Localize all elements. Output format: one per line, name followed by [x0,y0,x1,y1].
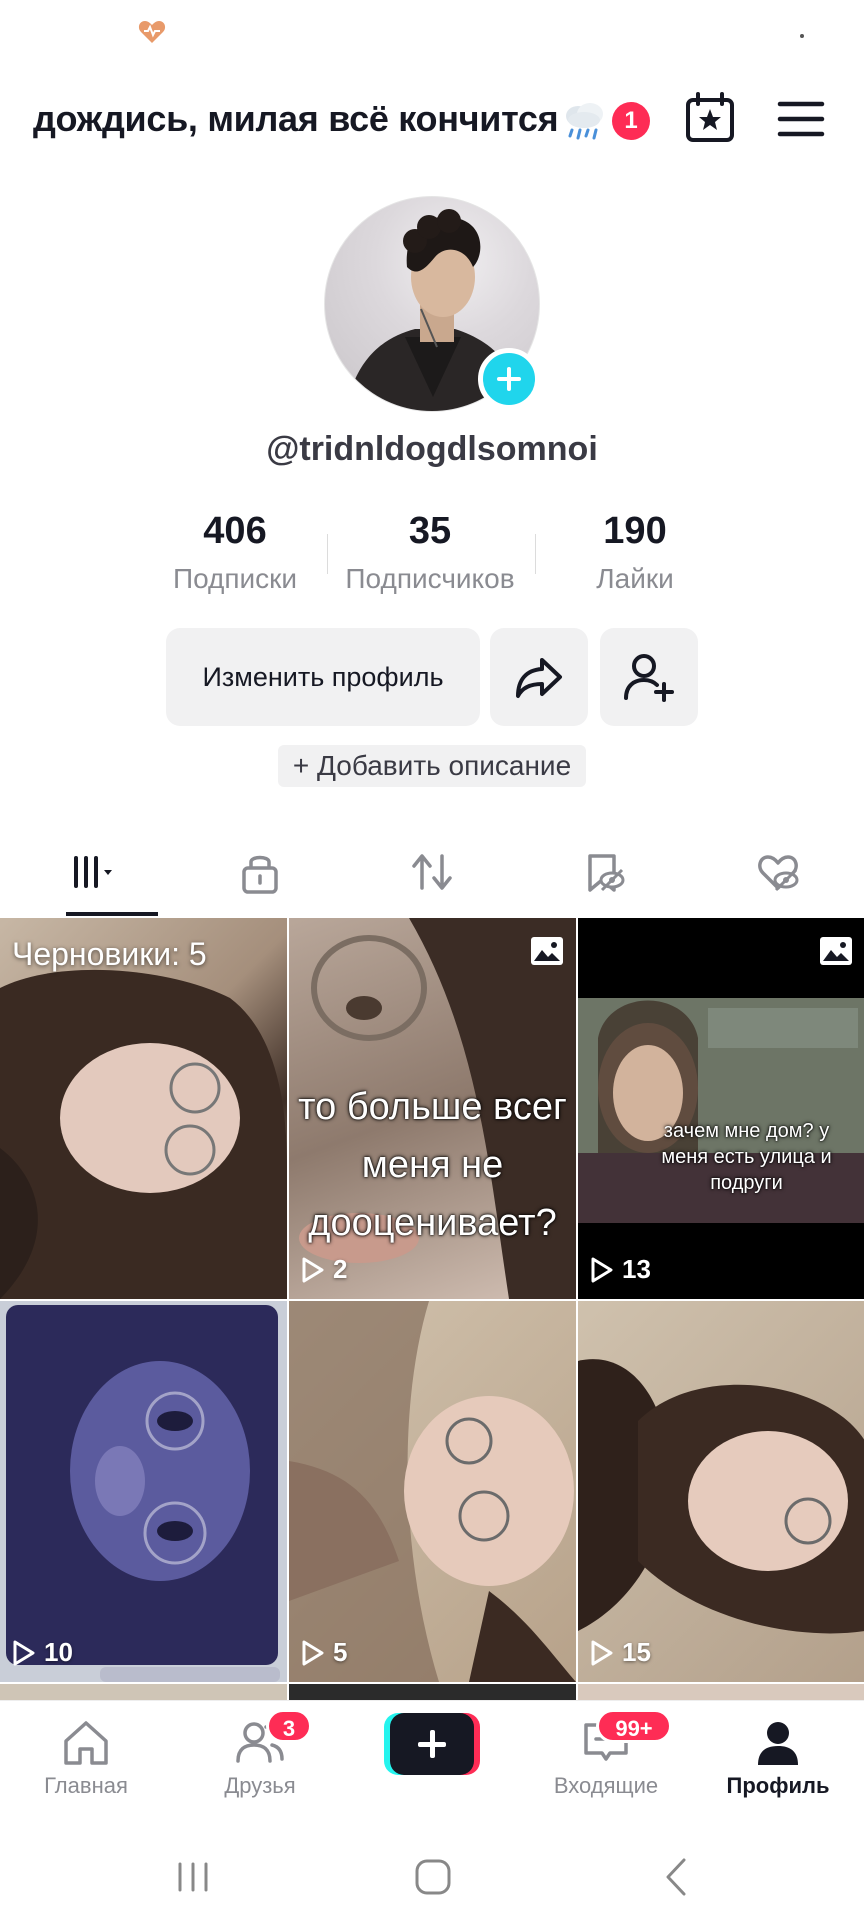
grid-dropdown-icon [74,856,112,888]
nav-profile[interactable]: Профиль [708,1715,848,1799]
followers-count: 35 [408,510,452,552]
create-button[interactable] [384,1713,480,1775]
health-heart-icon [138,21,166,43]
drafts-tile[interactable]: Черновики: 5 [0,918,287,1299]
friends-badge: 3 [266,1709,312,1743]
video-tile[interactable] [578,1684,864,1700]
add-description-button[interactable]: + Добавить описание [278,745,586,787]
caption-line: меня есть улица и [661,1146,832,1168]
photo-post-icon [531,937,563,965]
heart-hidden-icon [758,855,799,892]
play-icon [302,1257,324,1282]
username: @tridnldogdlsomnoi [266,430,598,468]
caption-line: зачем мне дом? у [663,1120,830,1142]
video-tile[interactable] [0,1684,287,1700]
likes-stat[interactable]: 190 Лайки [540,510,730,595]
back-icon[interactable] [652,1852,702,1902]
bookmark-hidden-icon [588,854,625,892]
nav-home[interactable]: Главная [16,1715,156,1799]
active-tab-indicator [66,912,158,916]
nav-profile-label: Профиль [726,1773,830,1798]
video-tile[interactable]: 5 [289,1301,576,1682]
play-icon [13,1640,35,1665]
video-caption-overlay: то больше всег меня не дооценивает? [289,1078,576,1252]
video-tile[interactable]: то больше всег меня не дооценивает? 2 [289,918,576,1299]
tab-private[interactable] [198,840,318,916]
photo-post-icon [820,937,852,965]
system-navigation [0,1830,864,1920]
following-stat[interactable]: 406 Подписки [140,510,330,595]
view-count: 2 [301,1254,347,1285]
tab-liked[interactable] [716,840,836,916]
play-icon [591,1640,613,1665]
bottom-navigation: Главная Друзья 3 Входящие 99+ Профиль [0,1700,864,1830]
add-person-icon [624,654,674,702]
tab-reposts[interactable] [370,840,490,916]
view-count: 13 [590,1254,651,1285]
content-tabs [0,840,864,916]
stat-divider [327,534,328,574]
home-icon [64,1721,108,1765]
video-caption-overlay: зачем мне дом? у меня есть улица и подру… [578,1118,864,1196]
repost-icon [412,854,452,890]
recent-apps-icon[interactable] [168,1852,218,1902]
menu-icon[interactable] [776,94,826,144]
status-bar [0,0,864,64]
play-icon [591,1257,613,1282]
caption-line: меня не [361,1144,504,1186]
drafts-label: Черновики: 5 [12,936,207,972]
share-arrow-icon [516,658,562,698]
following-label: Подписки [172,563,298,594]
nav-home-label: Главная [44,1773,128,1798]
view-count: 15 [590,1637,651,1668]
caption-line: то больше всег [298,1086,567,1128]
profile-stats: 406 Подписки 35 Подписчиков 190 Лайки [140,510,724,600]
profile-display-name: дождись, милая всё кончится [33,98,559,139]
lock-icon [242,855,278,894]
avatar[interactable] [324,196,540,412]
home-button-icon[interactable] [408,1852,458,1902]
caption-line: дооценивает? [308,1202,557,1244]
play-icon [302,1640,324,1665]
stat-divider [535,534,536,574]
status-indicator [800,34,804,38]
likes-label: Лайки [596,563,674,594]
caption-line: подруги [710,1172,783,1194]
view-count-value: 5 [333,1637,348,1667]
view-count: 10 [12,1637,73,1668]
tab-favorites[interactable] [542,840,662,916]
video-tile[interactable]: зачем мне дом? у меня есть улица и подру… [578,918,864,1299]
video-tile[interactable]: 10 [0,1301,287,1682]
share-profile-button[interactable] [490,628,588,726]
profile-icon [758,1722,798,1765]
rain-cloud-icon [566,103,603,140]
following-count: 406 [203,510,267,552]
tab-videos[interactable] [26,840,158,916]
view-count: 5 [301,1637,347,1668]
nav-inbox-label: Входящие [553,1773,659,1798]
followers-label: Подписчиков [345,563,515,594]
nav-friends-label: Друзья [224,1773,296,1798]
view-count-value: 13 [622,1254,651,1284]
profile-header: дождись, милая всё кончится 1 [0,90,864,150]
edit-profile-button[interactable]: Изменить профиль [166,628,480,726]
inbox-badge: 99+ [596,1709,672,1743]
add-story-button[interactable] [478,348,540,410]
notification-badge[interactable]: 1 [612,102,650,140]
video-grid: Черновики: 5 то больше всег меня не дооц… [0,918,864,1700]
calendar-star-icon[interactable] [682,90,738,146]
video-tile[interactable] [289,1684,576,1700]
view-count-value: 2 [333,1254,348,1284]
view-count-value: 15 [622,1637,651,1667]
view-count-value: 10 [44,1637,73,1667]
add-friend-button[interactable] [600,628,698,726]
followers-stat[interactable]: 35 Подписчиков [335,510,525,595]
plus-icon [390,1713,474,1775]
likes-count: 190 [603,510,667,552]
video-tile[interactable]: 15 [578,1301,864,1682]
